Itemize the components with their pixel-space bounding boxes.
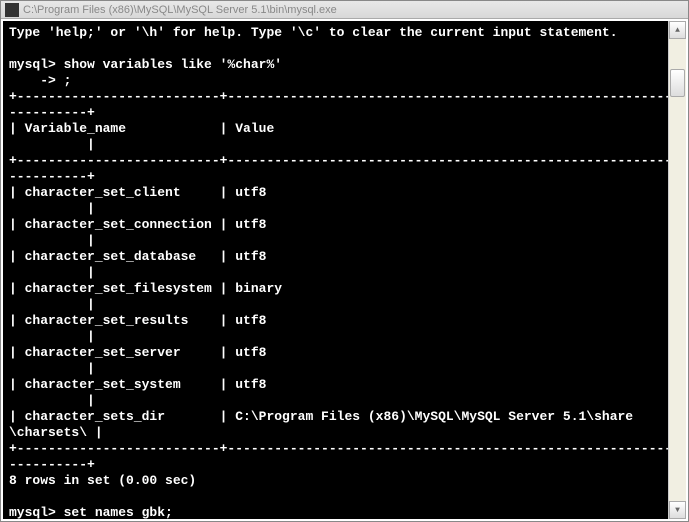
title-bar: C:\Program Files (x86)\MySQL\MySQL Serve… <box>1 1 688 19</box>
scroll-up-button[interactable]: ▲ <box>669 21 686 39</box>
scroll-thumb[interactable] <box>670 69 685 97</box>
app-icon <box>5 3 19 17</box>
scroll-down-button[interactable]: ▼ <box>669 501 686 519</box>
terminal-wrapper: Type 'help;' or '\h' for help. Type '\c'… <box>1 19 688 521</box>
window-title: C:\Program Files (x86)\MySQL\MySQL Serve… <box>23 4 337 16</box>
scrollbar[interactable]: ▲ ▼ <box>668 21 686 519</box>
terminal[interactable]: Type 'help;' or '\h' for help. Type '\c'… <box>3 21 668 519</box>
scroll-track[interactable] <box>669 39 686 501</box>
window-frame: C:\Program Files (x86)\MySQL\MySQL Serve… <box>0 0 689 522</box>
